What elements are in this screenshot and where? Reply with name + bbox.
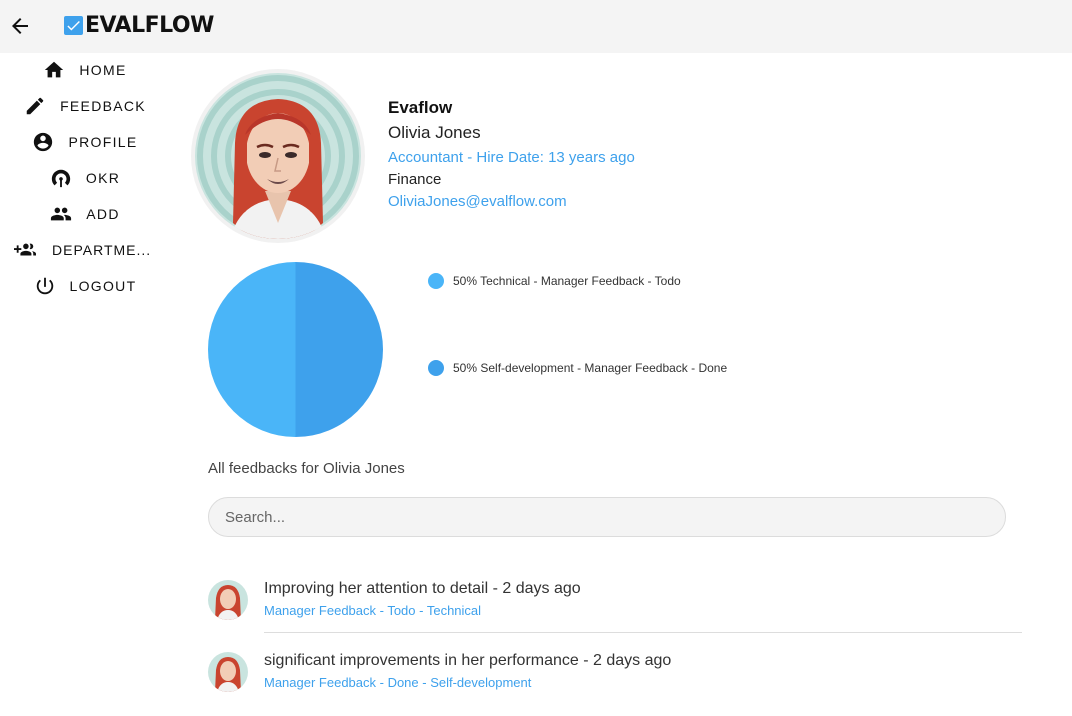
legend-item-technical[interactable]: 50% Technical - Manager Feedback - Todo <box>428 273 681 289</box>
group-add-icon <box>14 243 36 256</box>
sidebar-item-label: ADD <box>86 206 120 222</box>
avatar-illustration <box>195 73 361 239</box>
power-icon <box>36 277 53 295</box>
profile-info: Evaflow Olivia Jones Accountant - Hire D… <box>388 98 635 210</box>
sidebar-item-label: OKR <box>85 170 121 186</box>
feedback-list-item[interactable]: Improving her attention to detail - 2 da… <box>208 580 1022 640</box>
feedback-title: Improving her attention to detail - 2 da… <box>264 580 581 597</box>
feedback-list-item[interactable]: significant improvements in her performa… <box>208 652 1022 712</box>
feedback-title: significant improvements in her performa… <box>264 652 672 669</box>
feedback-subtitle: Manager Feedback - Done - Self-developme… <box>264 675 532 690</box>
feedback-subtitle: Manager Feedback - Todo - Technical <box>264 603 482 618</box>
sidebar-item-logout[interactable]: LOGOUT <box>0 270 170 302</box>
sidebar-item-add[interactable]: ADD <box>0 198 170 230</box>
sidebar-item-department[interactable]: DEPARTME... <box>0 234 170 266</box>
sidebar-item-profile[interactable]: PROFILE <box>0 126 170 158</box>
sidebar-item-label: DEPARTME... <box>52 242 152 258</box>
brand-logo[interactable]: EVALFLOW <box>64 13 214 38</box>
sidebar-item-home[interactable]: HOME <box>0 54 170 86</box>
top-app-bar: EVALFLOW <box>0 0 1072 53</box>
home-icon <box>45 61 64 78</box>
avatar <box>208 580 248 620</box>
sidebar-item-label: FEEDBACK <box>60 98 146 114</box>
brand-name: EVALFLOW <box>85 13 214 38</box>
profile-avatar <box>191 69 365 243</box>
back-arrow-icon[interactable] <box>8 14 32 38</box>
search-input[interactable] <box>208 497 1006 537</box>
legend-item-self-development[interactable]: 50% Self-development - Manager Feedback … <box>428 360 727 376</box>
sidebar-item-label: HOME <box>79 62 127 78</box>
feedback-pie-chart <box>208 262 383 437</box>
account-circle-icon <box>34 132 53 152</box>
sidebar-item-okr[interactable]: OKR <box>0 162 170 194</box>
list-divider <box>264 632 1022 633</box>
sidebar-item-feedback[interactable]: FEEDBACK <box>0 90 170 122</box>
legend-label: 50% Self-development - Manager Feedback … <box>453 361 728 375</box>
target-icon <box>51 169 71 188</box>
email-link[interactable]: OliviaJones@evalflow.com <box>388 193 635 210</box>
legend-dot <box>428 360 444 376</box>
pie-slice-0[interactable] <box>208 262 296 437</box>
legend-label: 50% Technical - Manager Feedback - Todo <box>453 274 681 288</box>
avatar <box>208 652 248 692</box>
pencil-icon <box>26 97 44 115</box>
people-icon <box>51 207 72 221</box>
company-name: Evaflow <box>388 98 453 117</box>
pie-slice-1[interactable] <box>295 262 384 437</box>
checkbox-logo-icon <box>64 16 83 35</box>
role-hire-date: Accountant - Hire Date: 13 years ago <box>388 149 635 166</box>
department: Finance <box>388 171 442 188</box>
feedbacks-title: All feedbacks for Olivia Jones <box>208 460 405 477</box>
sidebar-item-label: PROFILE <box>68 134 138 150</box>
sidebar-item-label: LOGOUT <box>69 278 137 294</box>
employee-name: Olivia Jones <box>388 123 481 142</box>
legend-dot <box>428 273 444 289</box>
